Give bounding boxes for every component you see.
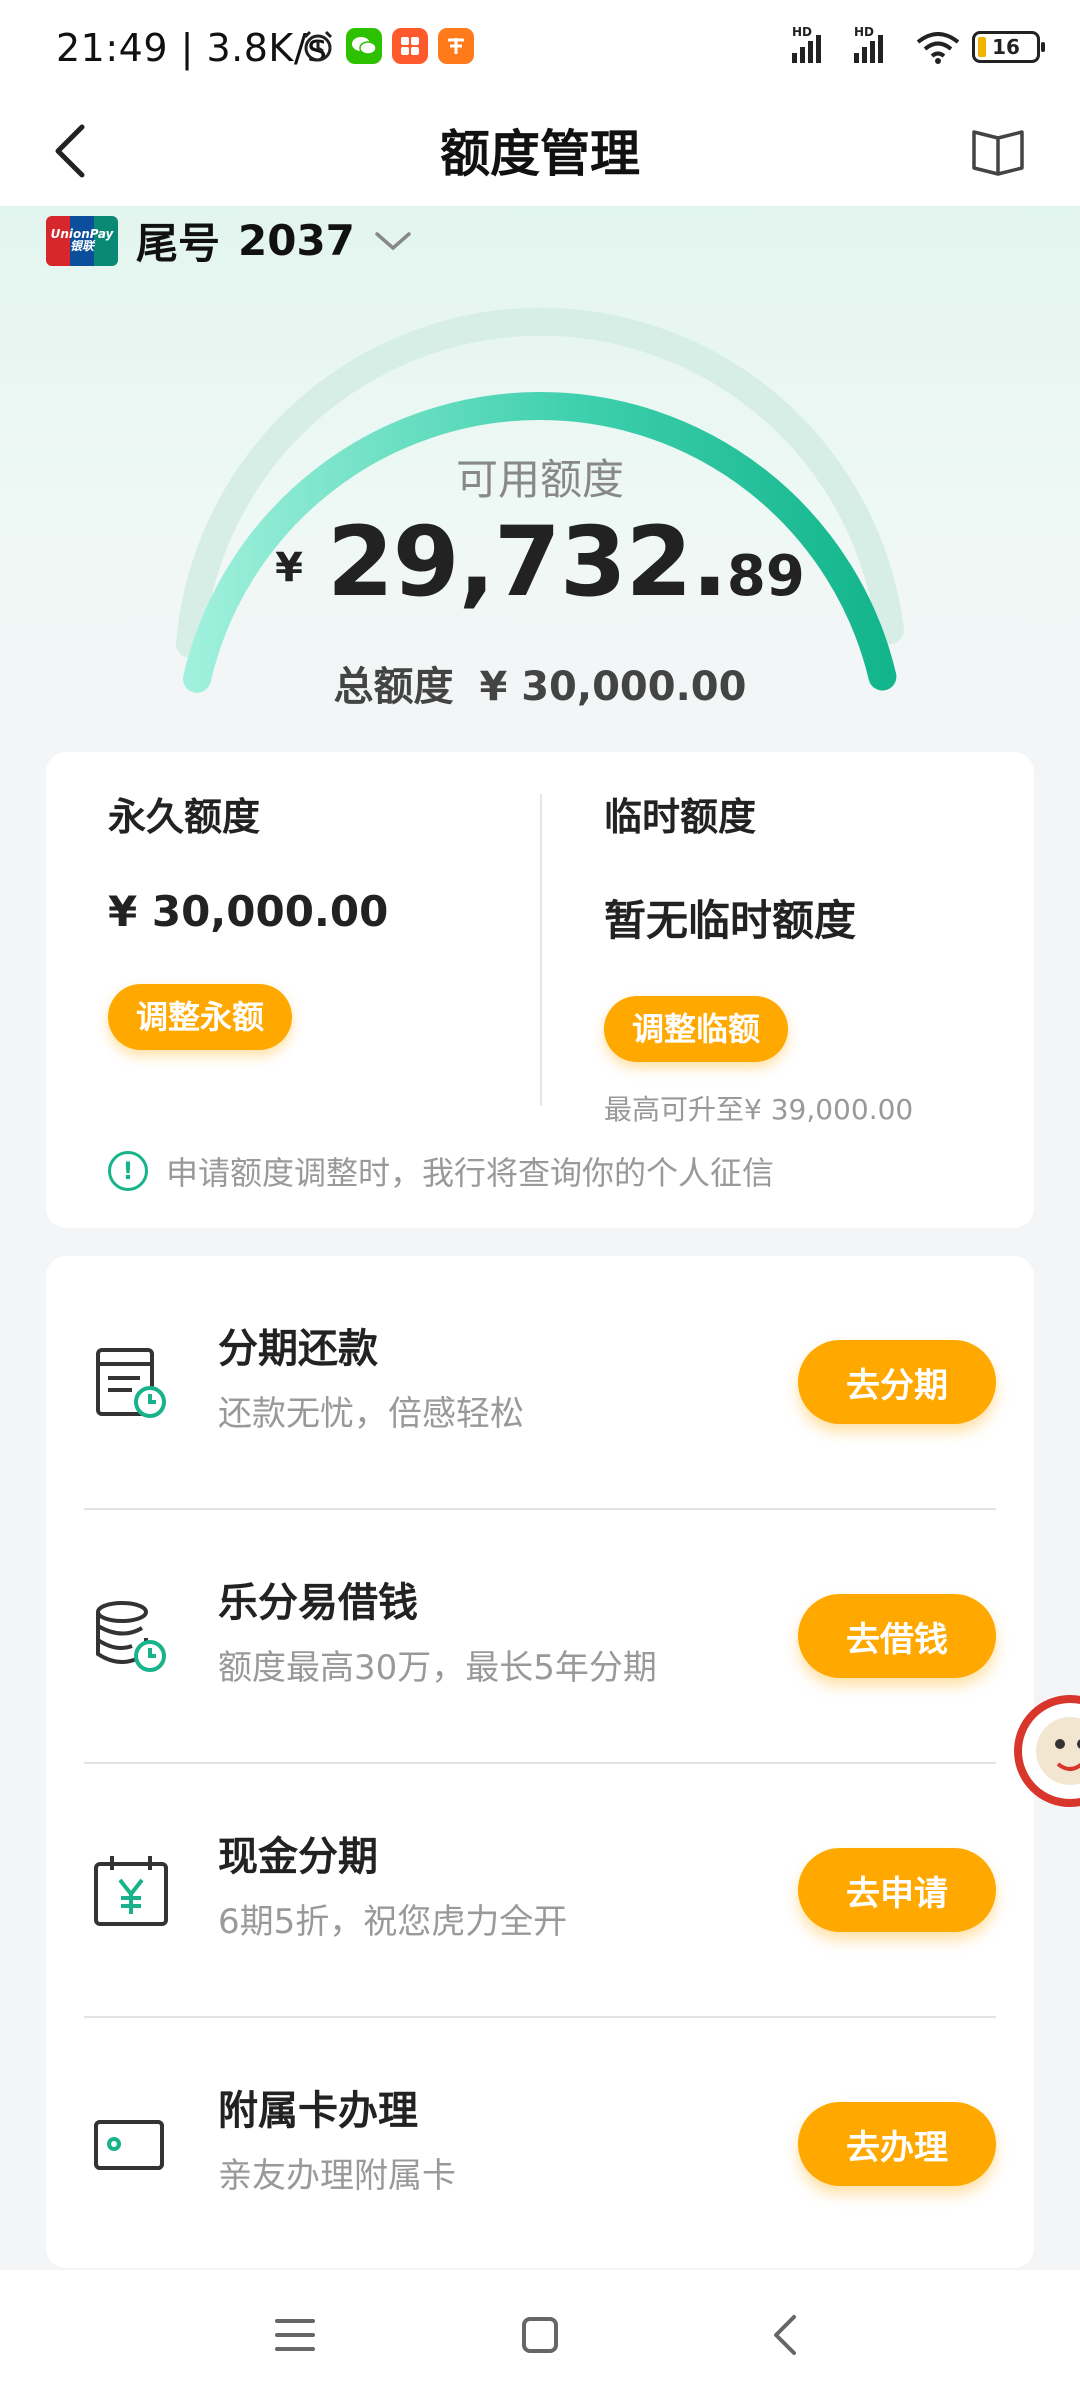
total-limit-label: 总额度 (333, 664, 454, 710)
service-title: 现金分期 (218, 1834, 378, 1880)
unionpay-logo: UnionPay 银联 (46, 215, 118, 266)
card-tail-label: 尾号 (136, 219, 221, 268)
app-header: 额度管理 (0, 96, 1080, 206)
credit-summary: UnionPay 银联 尾号 2037 可用额度 ¥29,732.89 总额度 … (0, 206, 1080, 746)
service-title: 乐分易借钱 (218, 1580, 418, 1626)
home-square-icon (522, 2317, 558, 2353)
service-cash-installment[interactable]: 现金分期 6期5折，祝您虎力全开 去申请 (46, 1764, 1034, 2017)
go-installment-button[interactable]: 去分期 (798, 1340, 996, 1424)
total-limit: 总额度 ¥ 30,000.00 (0, 654, 1080, 712)
book-icon (972, 130, 1024, 176)
adjust-temporary-button[interactable]: 调整临额 (604, 996, 789, 1062)
service-subtitle: 6期5折，祝您虎力全开 (218, 1902, 568, 1942)
apply-cash-installment-button[interactable]: 去申请 (798, 1848, 996, 1932)
services-list: 分期还款 还款无忧，倍感轻松 去分期 乐分易借钱 额度最高30万，最长5年分期 … (46, 1256, 1034, 2268)
service-subtitle: 额度最高30万，最长5年分期 (218, 1648, 657, 1688)
signal-icon: HD (792, 25, 842, 63)
chevron-left-icon (774, 2315, 796, 2355)
credit-limit-page: 21:49 | 3.8K/s HD HD 16 额度管理 UnionPay 银联… (0, 0, 1080, 2400)
available-integer: 29,732. (326, 506, 728, 618)
unionpay-logo-text: UnionPay 银联 (50, 226, 114, 253)
status-time: 21:49 | 3.8K/s (56, 26, 328, 70)
credit-check-notice: ! 申请额度调整时，我行将查询你的个人征信 (108, 1148, 774, 1194)
go-loan-button[interactable]: 去借钱 (798, 1594, 996, 1678)
service-subtitle: 还款无忧，倍感轻松 (218, 1394, 524, 1434)
available-limit-label: 可用额度 (455, 455, 624, 504)
taobao-icon (438, 28, 474, 64)
permanent-limit: 永久额度 ¥ 30,000.00 调整永额 (108, 786, 388, 1050)
card-icon (94, 2120, 164, 2170)
limit-card: 永久额度 ¥ 30,000.00 调整永额 临时额度 暂无临时额度 调整临额 最… (46, 752, 1034, 1228)
temporary-limit-value: 暂无临时额度 (604, 896, 857, 945)
chevron-down-icon (375, 231, 411, 250)
card-selector[interactable]: UnionPay 银联 尾号 2037 (46, 210, 413, 271)
limit-divider (540, 794, 542, 1106)
temporary-limit-max-note: 最高可升至¥ 39,000.00 (604, 1093, 914, 1126)
alarm-icon (303, 30, 333, 62)
info-icon: ! (108, 1151, 148, 1191)
coins-clock-icon (96, 1601, 166, 1672)
calendar-yen-icon (94, 1856, 168, 1926)
card-tail-number: 2037 (238, 216, 355, 265)
go-supplementary-card-button[interactable]: 去办理 (798, 2102, 996, 2186)
permanent-limit-title: 永久额度 (108, 795, 261, 839)
available-decimal: 89 (726, 544, 805, 609)
app-notification-icon (392, 28, 428, 64)
wifi-icon (916, 32, 960, 64)
service-supplementary-card[interactable]: 附属卡办理 亲友办理附属卡 去办理 (46, 2018, 1034, 2271)
total-limit-value: ¥ 30,000.00 (479, 664, 747, 710)
service-subtitle: 亲友办理附属卡 (218, 2156, 456, 2196)
system-nav-bar (0, 2270, 1080, 2400)
wechat-icon (346, 28, 382, 64)
menu-icon (275, 2319, 315, 2351)
status-bar: 21:49 | 3.8K/s HD HD 16 (0, 0, 1080, 96)
service-loan[interactable]: 乐分易借钱 额度最高30万，最长5年分期 去借钱 (46, 1510, 1034, 1763)
currency-symbol: ¥ (275, 545, 303, 591)
adjust-permanent-button[interactable]: 调整永额 (108, 984, 293, 1050)
credit-check-notice-text: 申请额度调整时，我行将查询你的个人征信 (166, 1154, 775, 1192)
service-title: 附属卡办理 (218, 2088, 418, 2134)
permanent-limit-value: ¥ 30,000.00 (108, 887, 389, 936)
signal-icon: HD (854, 25, 904, 63)
service-installment[interactable]: 分期还款 还款无忧，倍感轻松 去分期 (46, 1256, 1034, 1509)
home-button[interactable] (505, 2300, 575, 2370)
temporary-limit: 临时额度 暂无临时额度 调整临额 最高可升至¥ 39,000.00 (604, 786, 913, 1128)
menu-button[interactable] (260, 2300, 330, 2370)
system-status: HD HD 16 (792, 25, 1045, 64)
service-title: 分期还款 (218, 1326, 378, 1372)
bill-clock-icon (96, 1348, 166, 1418)
battery-icon: 16 (972, 31, 1045, 63)
available-limit-amount: ¥29,732.89 (0, 506, 1080, 618)
notification-icons (300, 28, 474, 64)
nav-back-button[interactable] (750, 2300, 820, 2370)
temporary-limit-title: 临时额度 (604, 795, 757, 839)
guide-button[interactable] (966, 118, 1030, 182)
battery-level: 16 (992, 35, 1020, 59)
page-title: 额度管理 (440, 125, 640, 183)
floating-promo-icon[interactable] (1010, 1686, 1080, 1816)
